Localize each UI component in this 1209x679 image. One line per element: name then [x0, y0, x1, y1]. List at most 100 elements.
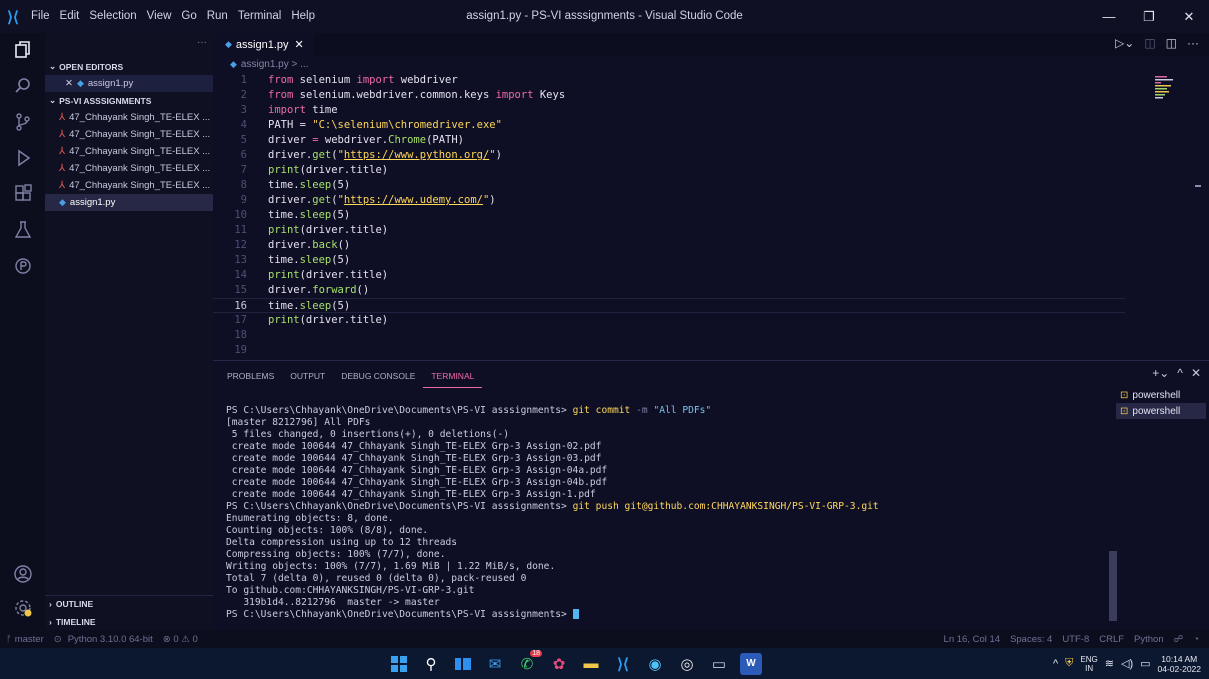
- open-editor-file: assign1.py: [87, 78, 134, 89]
- open-editor-item[interactable]: ✕ ◆ assign1.py: [45, 75, 213, 92]
- file-item[interactable]: ⅄ 47_Chhayank Singh_TE-ELEX ...: [45, 177, 213, 194]
- menu-run[interactable]: Run: [202, 0, 233, 33]
- battery-icon[interactable]: ▭: [1140, 657, 1150, 670]
- menu-terminal[interactable]: Terminal: [233, 0, 286, 33]
- run-file-icon[interactable]: ▷⌄: [1115, 36, 1134, 50]
- more-actions-icon[interactable]: ···: [197, 37, 207, 48]
- clock[interactable]: 10:14 AM 04-02-2022: [1158, 654, 1201, 674]
- layout-icon[interactable]: ◫: [1166, 36, 1177, 50]
- outline-section[interactable]: › OUTLINE: [45, 595, 213, 612]
- menu-go[interactable]: Go: [176, 0, 201, 33]
- explorer-icon[interactable]: [0, 33, 45, 67]
- notifications-bell-icon[interactable]: ◔: [1193, 634, 1199, 645]
- file-item-assign1[interactable]: ◆ assign1.py: [45, 194, 213, 211]
- vscode-logo-icon[interactable]: ⟩⟨: [0, 0, 26, 33]
- menu-view[interactable]: View: [142, 0, 177, 33]
- line-number: 19: [234, 344, 247, 356]
- minimap[interactable]: [1155, 76, 1175, 100]
- maximize-panel-icon[interactable]: ^: [1177, 366, 1183, 380]
- folder-section[interactable]: ⌄ PS-VI ASSSIGNMENTS: [45, 92, 213, 109]
- testing-flask-icon[interactable]: [0, 213, 45, 247]
- window-controls: — ❐ ✕: [1089, 0, 1209, 33]
- windows-start-icon[interactable]: [388, 653, 410, 675]
- close-icon[interactable]: ✕: [65, 78, 73, 89]
- editor-tab-assign1[interactable]: ◆ assign1.py ✕: [213, 33, 314, 56]
- terminal-app-icon[interactable]: ▭: [708, 653, 730, 675]
- terminal-output[interactable]: PS C:\Users\Chhayank\OneDrive\Documents\…: [213, 399, 1111, 631]
- mail-icon[interactable]: ✉: [484, 653, 506, 675]
- terminal-scrollbar[interactable]: [1109, 551, 1117, 621]
- git-branch[interactable]: master: [15, 634, 44, 645]
- vscode-taskbar-icon[interactable]: ⟩⟨: [612, 653, 634, 675]
- tab-debug-console[interactable]: DEBUG CONSOLE: [333, 361, 423, 391]
- run-debug-icon[interactable]: [0, 141, 45, 175]
- terminal-instance[interactable]: ⊡ powershell: [1116, 387, 1206, 403]
- panel-actions: +⌄ ^ ✕: [1152, 366, 1201, 380]
- terminal-name: powershell: [1132, 389, 1181, 401]
- indentation[interactable]: Spaces: 4: [1010, 634, 1052, 645]
- split-editor-icon[interactable]: ◫: [1144, 36, 1155, 50]
- more-actions-icon[interactable]: ···: [1187, 36, 1199, 50]
- language-mode[interactable]: Python: [1134, 634, 1164, 645]
- search-icon[interactable]: ⚲: [420, 653, 442, 675]
- open-editors-section[interactable]: ⌄ OPEN EDITORS: [45, 58, 213, 75]
- tab-output[interactable]: OUTPUT: [282, 361, 333, 391]
- close-panel-icon[interactable]: ✕: [1191, 366, 1201, 380]
- panel-tabs: PROBLEMS OUTPUT DEBUG CONSOLE TERMINAL: [213, 361, 483, 391]
- close-button[interactable]: ✕: [1169, 0, 1209, 33]
- line-number: 11: [234, 224, 247, 236]
- volume-icon[interactable]: ◁): [1121, 657, 1133, 670]
- whatsapp-icon[interactable]: ✆ 18: [516, 649, 542, 675]
- search-icon[interactable]: [0, 69, 45, 103]
- code-line: 5 driver = webdriver.Chrome(PATH): [213, 133, 1209, 148]
- source-control-icon[interactable]: [0, 105, 45, 139]
- account-icon[interactable]: [0, 557, 45, 591]
- code-line: 17 print(driver.title): [213, 313, 1209, 328]
- code-line: 19: [213, 343, 1209, 358]
- terminal-string: "All PDFs": [653, 405, 712, 416]
- line-number: 13: [234, 254, 247, 266]
- settings-gear-icon[interactable]: [0, 591, 45, 625]
- file-item[interactable]: ⅄ 47_Chhayank Singh_TE-ELEX ...: [45, 109, 213, 126]
- end-of-line[interactable]: CRLF: [1099, 634, 1124, 645]
- word-icon[interactable]: W: [740, 652, 762, 675]
- file-explorer-icon[interactable]: ▬: [580, 653, 602, 675]
- menu-edit[interactable]: Edit: [55, 0, 85, 33]
- minimize-button[interactable]: —: [1089, 0, 1129, 33]
- colorful-app-icon[interactable]: ✿: [548, 653, 570, 675]
- menu-file[interactable]: File: [26, 0, 55, 33]
- breadcrumb[interactable]: ◆ assign1.py > ...: [230, 57, 308, 71]
- tab-problems[interactable]: PROBLEMS: [219, 361, 282, 391]
- sync-icon[interactable]: ⊙: [54, 634, 62, 645]
- chrome-browser-icon[interactable]: ◎: [676, 653, 698, 675]
- python-interpreter[interactable]: Python 3.10.0 64-bit: [68, 634, 153, 645]
- tab-terminal[interactable]: TERMINAL: [423, 365, 483, 388]
- feedback-icon[interactable]: ☍: [1174, 634, 1184, 645]
- language-indicator[interactable]: ENG IN: [1080, 655, 1097, 673]
- close-icon[interactable]: ✕: [295, 38, 304, 51]
- notification-badge: 18: [530, 649, 542, 657]
- menu-help[interactable]: Help: [286, 0, 320, 33]
- terminal-icon: ⊡: [1120, 405, 1129, 417]
- timeline-section[interactable]: › TIMELINE: [45, 613, 213, 630]
- new-terminal-icon[interactable]: +⌄: [1152, 366, 1169, 380]
- tray-app-icon[interactable]: ⛨: [1065, 657, 1073, 670]
- file-item[interactable]: ⅄ 47_Chhayank Singh_TE-ELEX ...: [45, 160, 213, 177]
- edge-browser-icon[interactable]: ◉: [644, 653, 666, 675]
- language-top: ENG: [1080, 654, 1098, 664]
- extensions-icon[interactable]: [0, 177, 45, 211]
- maximize-button[interactable]: ❐: [1129, 0, 1169, 33]
- cursor-position[interactable]: Ln 16, Col 14: [944, 634, 1001, 645]
- wifi-icon[interactable]: ≋: [1105, 657, 1114, 670]
- remote-explorer-icon[interactable]: [0, 249, 45, 283]
- encoding[interactable]: UTF-8: [1062, 634, 1089, 645]
- file-item[interactable]: ⅄ 47_Chhayank Singh_TE-ELEX ...: [45, 143, 213, 160]
- code-line: 2 from selenium.webdriver.common.keys imp…: [213, 88, 1209, 103]
- task-view-icon[interactable]: [452, 653, 474, 675]
- terminal-instance-active[interactable]: ⊡ powershell: [1116, 403, 1206, 419]
- problems-count[interactable]: ⊗ 0 ⚠ 0: [163, 634, 198, 645]
- show-hidden-icons[interactable]: ^: [1053, 658, 1058, 670]
- file-item[interactable]: ⅄ 47_Chhayank Singh_TE-ELEX ...: [45, 126, 213, 143]
- terminal-line: create mode 100644 47_Chhayank Singh_TE-…: [226, 477, 608, 488]
- menu-selection[interactable]: Selection: [84, 0, 141, 33]
